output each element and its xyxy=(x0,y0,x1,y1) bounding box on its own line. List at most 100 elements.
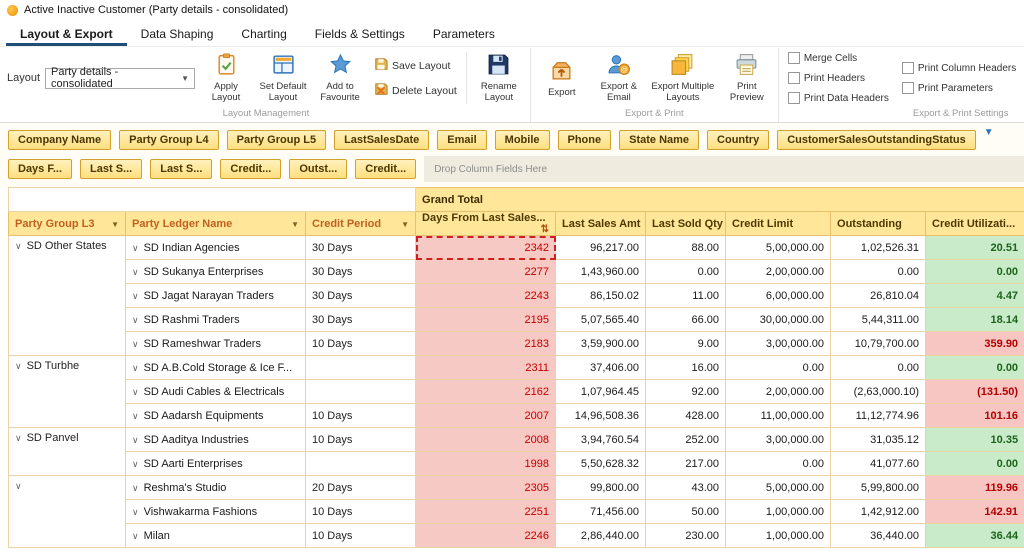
row-field-chip[interactable]: Credit... xyxy=(355,159,417,179)
collapse-chevron-icon[interactable]: ∨ xyxy=(132,411,139,421)
credit-period-cell[interactable]: 30 Days xyxy=(304,307,417,332)
credit-utilization-cell[interactable]: 0.00 xyxy=(925,451,1024,476)
print-preview-button[interactable]: Print Preview xyxy=(721,52,773,104)
collapse-chevron-icon[interactable]: ∨ xyxy=(132,243,139,253)
column-field-chip[interactable]: Country xyxy=(707,130,770,150)
collapse-chevron-icon[interactable]: ∨ xyxy=(15,481,22,491)
credit-limit-cell[interactable]: 5,00,000.00 xyxy=(725,235,832,260)
set-default-layout-button[interactable]: Set Default Layout xyxy=(257,52,309,104)
credit-utilization-cell[interactable]: 0.00 xyxy=(925,355,1024,380)
collapse-chevron-icon[interactable]: ∨ xyxy=(132,363,139,373)
collapse-chevron-icon[interactable]: ∨ xyxy=(132,483,139,493)
row-area-header[interactable]: Party Ledger Name ▼ xyxy=(125,211,306,236)
credit-utilization-cell[interactable]: 0.00 xyxy=(925,259,1024,284)
ledger-cell[interactable]: ∨ SD Aadarsh Equipments xyxy=(125,403,306,428)
collapse-chevron-icon[interactable]: ∨ xyxy=(132,459,139,469)
export-email-button[interactable]: @ Export & Email xyxy=(593,52,645,104)
column-field-chip[interactable]: State Name xyxy=(619,130,700,150)
column-field-chip[interactable]: Company Name xyxy=(8,130,112,150)
days-from-last-sales-cell[interactable]: 2342 xyxy=(415,235,557,260)
column-field-chip[interactable]: Phone xyxy=(557,130,612,150)
tab-fields-settings[interactable]: Fields & Settings xyxy=(301,20,419,46)
filter-icon[interactable]: ▼ xyxy=(984,127,994,138)
last-sold-qty-cell[interactable]: 43.00 xyxy=(645,475,727,500)
last-sales-amt-cell[interactable]: 37,406.00 xyxy=(555,355,647,380)
ledger-cell[interactable]: ∨ SD A.B.Cold Storage & Ice F... xyxy=(125,355,306,380)
outstanding-cell[interactable]: 5,44,311.00 xyxy=(830,307,927,332)
credit-utilization-cell[interactable]: 359.90 xyxy=(925,331,1024,356)
credit-period-cell[interactable]: 10 Days xyxy=(304,427,417,452)
credit-period-cell[interactable]: 10 Days xyxy=(304,523,417,548)
outstanding-cell[interactable]: 36,440.00 xyxy=(830,523,927,548)
last-sales-amt-cell[interactable]: 99,800.00 xyxy=(555,475,647,500)
ledger-cell[interactable]: ∨ Vishwakarma Fashions xyxy=(125,499,306,524)
credit-limit-cell[interactable]: 1,00,000.00 xyxy=(725,499,832,524)
outstanding-cell[interactable]: 0.00 xyxy=(830,259,927,284)
collapse-chevron-icon[interactable]: ∨ xyxy=(132,507,139,517)
collapse-chevron-icon[interactable]: ∨ xyxy=(132,291,139,301)
last-sold-qty-cell[interactable]: 0.00 xyxy=(645,259,727,284)
last-sales-amt-cell[interactable]: 14,96,508.36 xyxy=(555,403,647,428)
tab-charting[interactable]: Charting xyxy=(227,20,300,46)
credit-utilization-cell[interactable]: 36.44 xyxy=(925,523,1024,548)
last-sold-qty-cell[interactable]: 11.00 xyxy=(645,283,727,308)
column-field-chip[interactable]: LastSalesDate xyxy=(334,130,430,150)
outstanding-cell[interactable]: 1,02,526.31 xyxy=(830,235,927,260)
last-sales-amt-cell[interactable]: 71,456.00 xyxy=(555,499,647,524)
row-area-header[interactable]: Credit Period ▼ xyxy=(304,211,417,236)
rename-layout-button[interactable]: Rename Layout xyxy=(473,52,525,104)
days-from-last-sales-cell[interactable]: 2311 xyxy=(415,355,557,380)
collapse-chevron-icon[interactable]: ∨ xyxy=(132,387,139,397)
outstanding-cell[interactable]: 10,79,700.00 xyxy=(830,331,927,356)
outstanding-cell[interactable]: 41,077.60 xyxy=(830,451,927,476)
last-sales-amt-cell[interactable]: 5,50,628.32 xyxy=(555,451,647,476)
credit-period-cell[interactable]: 30 Days xyxy=(304,259,417,284)
data-header[interactable]: Credit Limit xyxy=(725,211,832,236)
credit-utilization-cell[interactable]: 142.91 xyxy=(925,499,1024,524)
ledger-cell[interactable]: ∨ SD Audi Cables & Electricals xyxy=(125,379,306,404)
last-sales-amt-cell[interactable]: 3,94,760.54 xyxy=(555,427,647,452)
export-button[interactable]: Export xyxy=(536,58,588,99)
days-from-last-sales-cell[interactable]: 2007 xyxy=(415,403,557,428)
last-sales-amt-cell[interactable]: 1,43,960.00 xyxy=(555,259,647,284)
days-from-last-sales-cell[interactable]: 1998 xyxy=(415,451,557,476)
data-header[interactable]: Last Sold Qty xyxy=(645,211,727,236)
credit-utilization-cell[interactable]: 101.16 xyxy=(925,403,1024,428)
drop-zone[interactable]: Drop Column Fields Here xyxy=(424,156,1024,182)
days-from-last-sales-cell[interactable]: 2251 xyxy=(415,499,557,524)
column-field-chip[interactable]: Mobile xyxy=(494,130,550,150)
ledger-cell[interactable]: ∨ Reshma's Studio xyxy=(125,475,306,500)
group-cell[interactable]: ∨ SD Panvel xyxy=(8,427,126,476)
last-sales-amt-cell[interactable]: 96,217.00 xyxy=(555,235,647,260)
ledger-cell[interactable]: ∨ SD Aarti Enterprises xyxy=(125,451,306,476)
outstanding-cell[interactable]: 5,99,800.00 xyxy=(830,475,927,500)
collapse-chevron-icon[interactable]: ∨ xyxy=(132,531,139,541)
tab-data-shaping[interactable]: Data Shaping xyxy=(127,20,228,46)
ledger-cell[interactable]: ∨ SD Sukanya Enterprises xyxy=(125,259,306,284)
credit-utilization-cell[interactable]: (131.50) xyxy=(925,379,1024,404)
data-header[interactable]: Last Sales Amt xyxy=(555,211,647,236)
last-sold-qty-cell[interactable]: 50.00 xyxy=(645,499,727,524)
credit-utilization-cell[interactable]: 20.51 xyxy=(925,235,1024,260)
collapse-chevron-icon[interactable]: ∨ xyxy=(132,267,139,277)
credit-limit-cell[interactable]: 0.00 xyxy=(725,355,832,380)
last-sold-qty-cell[interactable]: 92.00 xyxy=(645,379,727,404)
print-column-headers-checkbox[interactable]: Print Column Headers xyxy=(901,62,1016,74)
credit-limit-cell[interactable]: 5,00,000.00 xyxy=(725,475,832,500)
days-from-last-sales-cell[interactable]: 2305 xyxy=(415,475,557,500)
credit-limit-cell[interactable]: 1,00,000.00 xyxy=(725,523,832,548)
group-cell[interactable]: ∨ SD Other States xyxy=(8,235,126,356)
print-headers-checkbox[interactable]: Print Headers xyxy=(787,72,889,84)
credit-limit-cell[interactable]: 6,00,000.00 xyxy=(725,283,832,308)
credit-limit-cell[interactable]: 3,00,000.00 xyxy=(725,331,832,356)
collapse-chevron-icon[interactable]: ∨ xyxy=(15,433,22,443)
ledger-cell[interactable]: ∨ SD Rashmi Traders xyxy=(125,307,306,332)
ledger-cell[interactable]: ∨ SD Aaditya Industries xyxy=(125,427,306,452)
layout-select[interactable]: Party details - consolidated ▼ xyxy=(45,66,196,90)
credit-limit-cell[interactable]: 11,00,000.00 xyxy=(725,403,832,428)
credit-limit-cell[interactable]: 0.00 xyxy=(725,451,832,476)
row-field-chip[interactable]: Days F... xyxy=(8,159,73,179)
days-from-last-sales-cell[interactable]: 2183 xyxy=(415,331,557,356)
days-from-last-sales-cell[interactable]: 2246 xyxy=(415,523,557,548)
credit-period-cell[interactable]: 10 Days xyxy=(304,403,417,428)
